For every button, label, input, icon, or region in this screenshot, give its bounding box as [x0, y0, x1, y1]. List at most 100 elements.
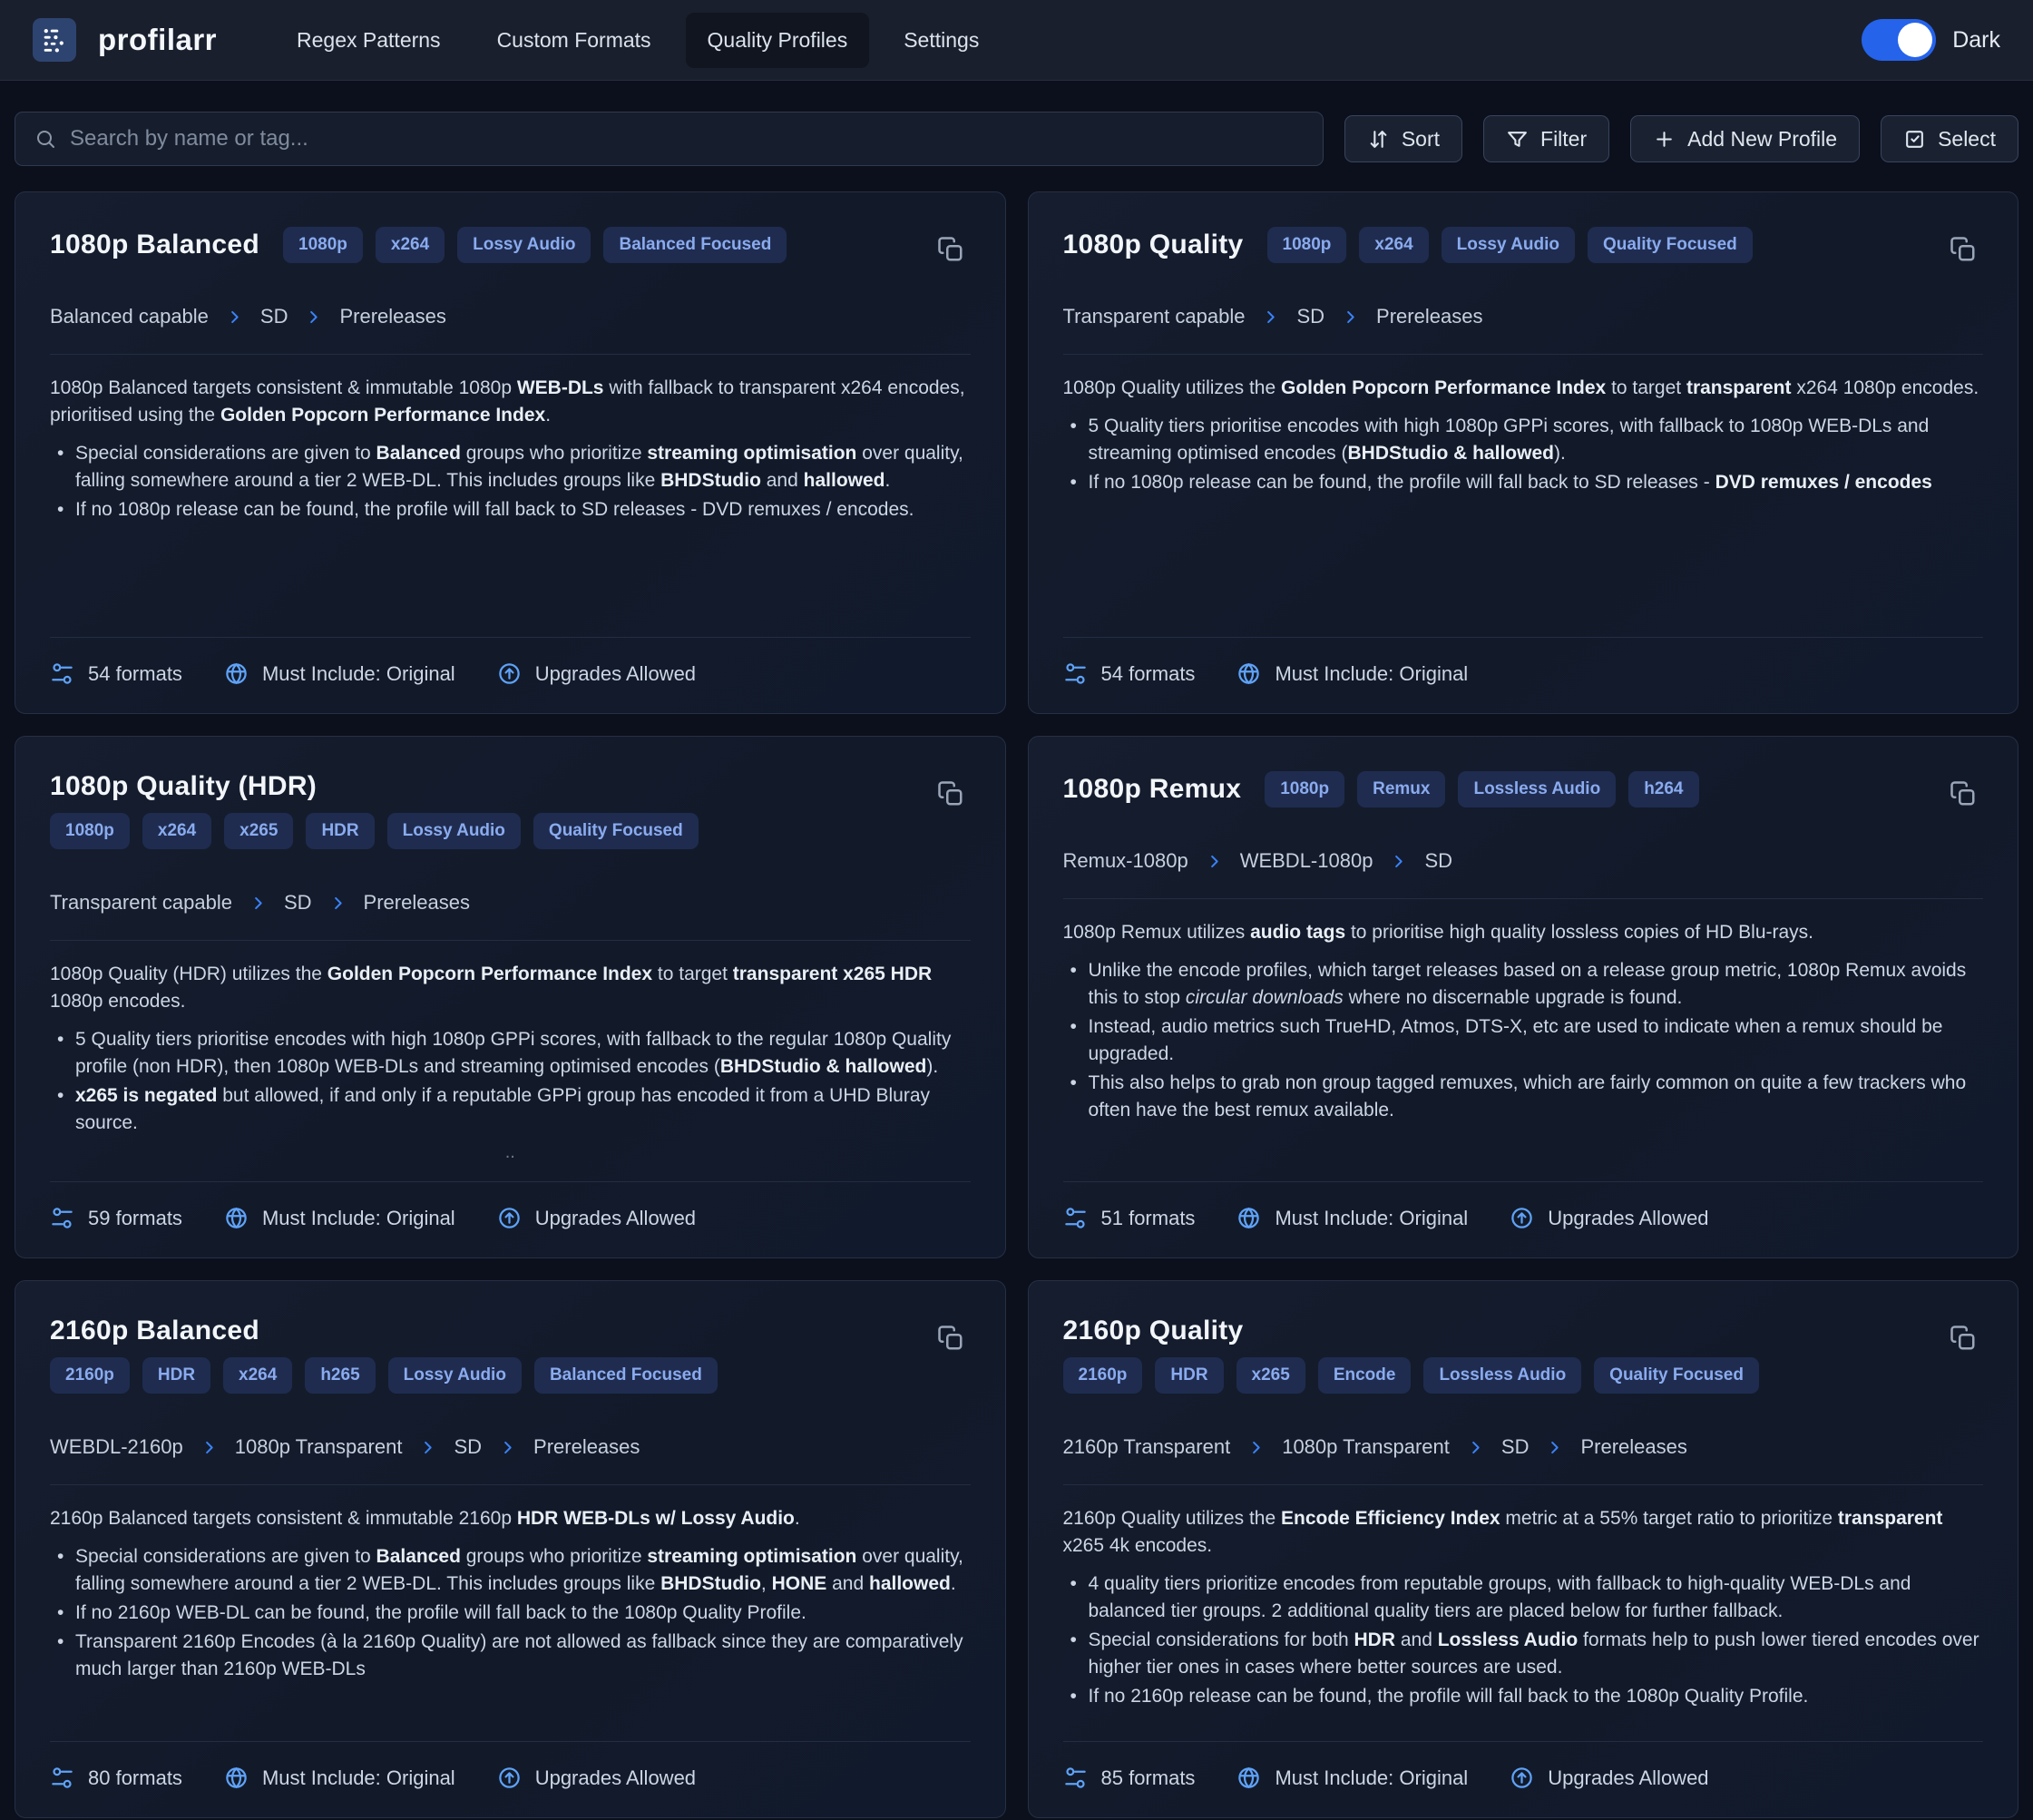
copy-icon: [1950, 1325, 1977, 1352]
upgrades-stat: Upgrades Allowed: [1510, 1766, 1708, 1790]
profile-description: 2160p Balanced targets consistent & immu…: [50, 1505, 971, 1532]
chevron-right-icon: [499, 1439, 516, 1456]
tag-list: 1080px264x265HDRLossy AudioQuality Focus…: [50, 813, 699, 849]
card-header: 1080p Quality (HDR) 1080px264x265HDRLoss…: [50, 771, 971, 849]
bullet-item: Transparent 2160p Encodes (à la 2160p Qu…: [50, 1629, 971, 1683]
breadcrumb-item: Prereleases: [364, 891, 470, 915]
search-input[interactable]: [15, 112, 1324, 166]
copy-profile-button[interactable]: [936, 236, 965, 265]
bullet-item: 5 Quality tiers prioritise encodes with …: [1063, 413, 1984, 467]
formats-stat: 80 formats: [50, 1766, 182, 1790]
globe-icon: [1236, 661, 1261, 686]
tag-list: 2160pHDRx265EncodeLossless AudioQuality …: [1063, 1357, 1759, 1394]
upgrades-stat: Upgrades Allowed: [497, 661, 696, 686]
brand[interactable]: profilarr: [33, 18, 217, 62]
chevron-right-icon: [226, 308, 243, 326]
bullet-item: Special considerations are given to Bala…: [50, 1543, 971, 1598]
profile-bullets: 4 quality tiers prioritize encodes from …: [1063, 1570, 1984, 1712]
tag: 1080p: [1265, 771, 1344, 807]
profile-note: ..: [50, 1142, 971, 1163]
divider: [50, 1484, 971, 1485]
copy-profile-button[interactable]: [1949, 1325, 1978, 1354]
tag: x264: [376, 227, 445, 263]
formats-stat: 85 formats: [1063, 1766, 1196, 1790]
nav-item-custom-formats[interactable]: Custom Formats: [475, 13, 673, 68]
profile-bullets: Special considerations are given to Bala…: [50, 1543, 971, 1685]
tag: Quality Focused: [1594, 1357, 1759, 1394]
bullet-item: If no 1080p release can be found, the pr…: [50, 496, 971, 523]
nav-item-quality-profiles[interactable]: Quality Profiles: [686, 13, 870, 68]
formats-stat: 51 formats: [1063, 1206, 1196, 1230]
formats-icon: [50, 1206, 74, 1230]
tag: Balanced Focused: [534, 1357, 718, 1394]
tag: 1080p: [50, 813, 130, 849]
upgrades-text: Upgrades Allowed: [535, 1207, 696, 1230]
profile-card[interactable]: 1080p Balanced 1080px264Lossy AudioBalan…: [15, 191, 1006, 714]
filter-button[interactable]: Filter: [1483, 115, 1609, 162]
sort-button[interactable]: Sort: [1344, 115, 1462, 162]
formats-count: 59 formats: [88, 1207, 182, 1230]
bullet-item: Unlike the encode profiles, which target…: [1063, 957, 1984, 1012]
formats-stat: 59 formats: [50, 1206, 182, 1230]
breadcrumb-item: SD: [1424, 849, 1452, 873]
chevron-right-icon: [305, 308, 322, 326]
copy-profile-button[interactable]: [936, 780, 965, 809]
tag: 2160p: [50, 1357, 130, 1394]
profile-card[interactable]: 1080p Quality (HDR) 1080px264x265HDRLoss…: [15, 736, 1006, 1258]
profile-description: 1080p Balanced targets consistent & immu…: [50, 375, 971, 429]
must-include-stat: Must Include: Original: [224, 1766, 455, 1790]
card-header: 1080p Quality 1080px264Lossy AudioQualit…: [1063, 227, 1984, 263]
add-new-profile-button[interactable]: Add New Profile: [1630, 115, 1860, 162]
must-include-stat: Must Include: Original: [1236, 661, 1468, 686]
tag: Encode: [1318, 1357, 1412, 1394]
copy-icon: [1950, 780, 1977, 807]
dark-mode-toggle[interactable]: [1862, 19, 1936, 61]
chevron-right-icon: [1546, 1439, 1563, 1456]
upgrade-arrow-icon: [497, 1766, 522, 1790]
profile-card[interactable]: 1080p Remux 1080pRemuxLossless Audioh264…: [1028, 736, 2019, 1258]
theme-toggle-group: Dark: [1862, 19, 2000, 61]
profile-card[interactable]: 1080p Quality 1080px264Lossy AudioQualit…: [1028, 191, 2019, 714]
toolbar: Sort Filter Add New Profile Select: [15, 112, 2018, 166]
breadcrumb: 2160p Transparent1080p TransparentSDPrer…: [1063, 1435, 1984, 1459]
card-footer: 59 formats Must Include: Original Upgrad…: [50, 1181, 971, 1230]
tag: Remux: [1357, 771, 1445, 807]
formats-count: 54 formats: [88, 662, 182, 686]
brand-name: profilarr: [98, 23, 217, 57]
tag: Lossless Audio: [1423, 1357, 1581, 1394]
tag: Quality Focused: [1588, 227, 1753, 263]
nav-item-settings[interactable]: Settings: [882, 13, 1001, 68]
formats-icon: [50, 661, 74, 686]
upgrades-stat: Upgrades Allowed: [497, 1206, 696, 1230]
copy-profile-button[interactable]: [1949, 780, 1978, 809]
copy-icon: [937, 236, 964, 263]
profile-card[interactable]: 2160p Balanced 2160pHDRx264h265Lossy Aud…: [15, 1280, 1006, 1818]
formats-count: 54 formats: [1101, 662, 1196, 686]
copy-profile-button[interactable]: [1949, 236, 1978, 265]
nav-item-regex-patterns[interactable]: Regex Patterns: [275, 13, 463, 68]
select-checkbox-icon: [1903, 128, 1926, 151]
card-footer: 54 formats Must Include: Original Upgrad…: [50, 637, 971, 686]
must-include-text: Must Include: Original: [262, 1766, 455, 1790]
profile-card[interactable]: 2160p Quality 2160pHDRx265EncodeLossless…: [1028, 1280, 2019, 1818]
chevron-right-icon: [1262, 308, 1279, 326]
bullet-item: Special considerations for both HDR and …: [1063, 1627, 1984, 1681]
profile-description: 1080p Quality (HDR) utilizes the Golden …: [50, 961, 971, 1015]
copy-profile-button[interactable]: [936, 1325, 965, 1354]
profile-title: 1080p Quality: [1063, 230, 1244, 260]
search-icon: [34, 128, 56, 150]
tag-list: 2160pHDRx264h265Lossy AudioBalanced Focu…: [50, 1357, 718, 1394]
breadcrumb: Transparent capableSDPrereleases: [1063, 305, 1984, 328]
tag: Lossy Audio: [1442, 227, 1575, 263]
select-button[interactable]: Select: [1881, 115, 2018, 162]
breadcrumb: Remux-1080pWEBDL-1080pSD: [1063, 849, 1984, 873]
breadcrumb-item: SD: [260, 305, 288, 328]
search-wrap: [15, 112, 1324, 166]
copy-icon: [1950, 236, 1977, 263]
breadcrumb-item: SD: [1296, 305, 1324, 328]
card-footer: 85 formats Must Include: Original Upgrad…: [1063, 1741, 1984, 1790]
formats-stat: 54 formats: [50, 661, 182, 686]
tag: Lossy Audio: [457, 227, 591, 263]
tag-list: 1080pRemuxLossless Audioh264: [1265, 771, 1698, 807]
breadcrumb-item: Transparent capable: [50, 891, 232, 915]
